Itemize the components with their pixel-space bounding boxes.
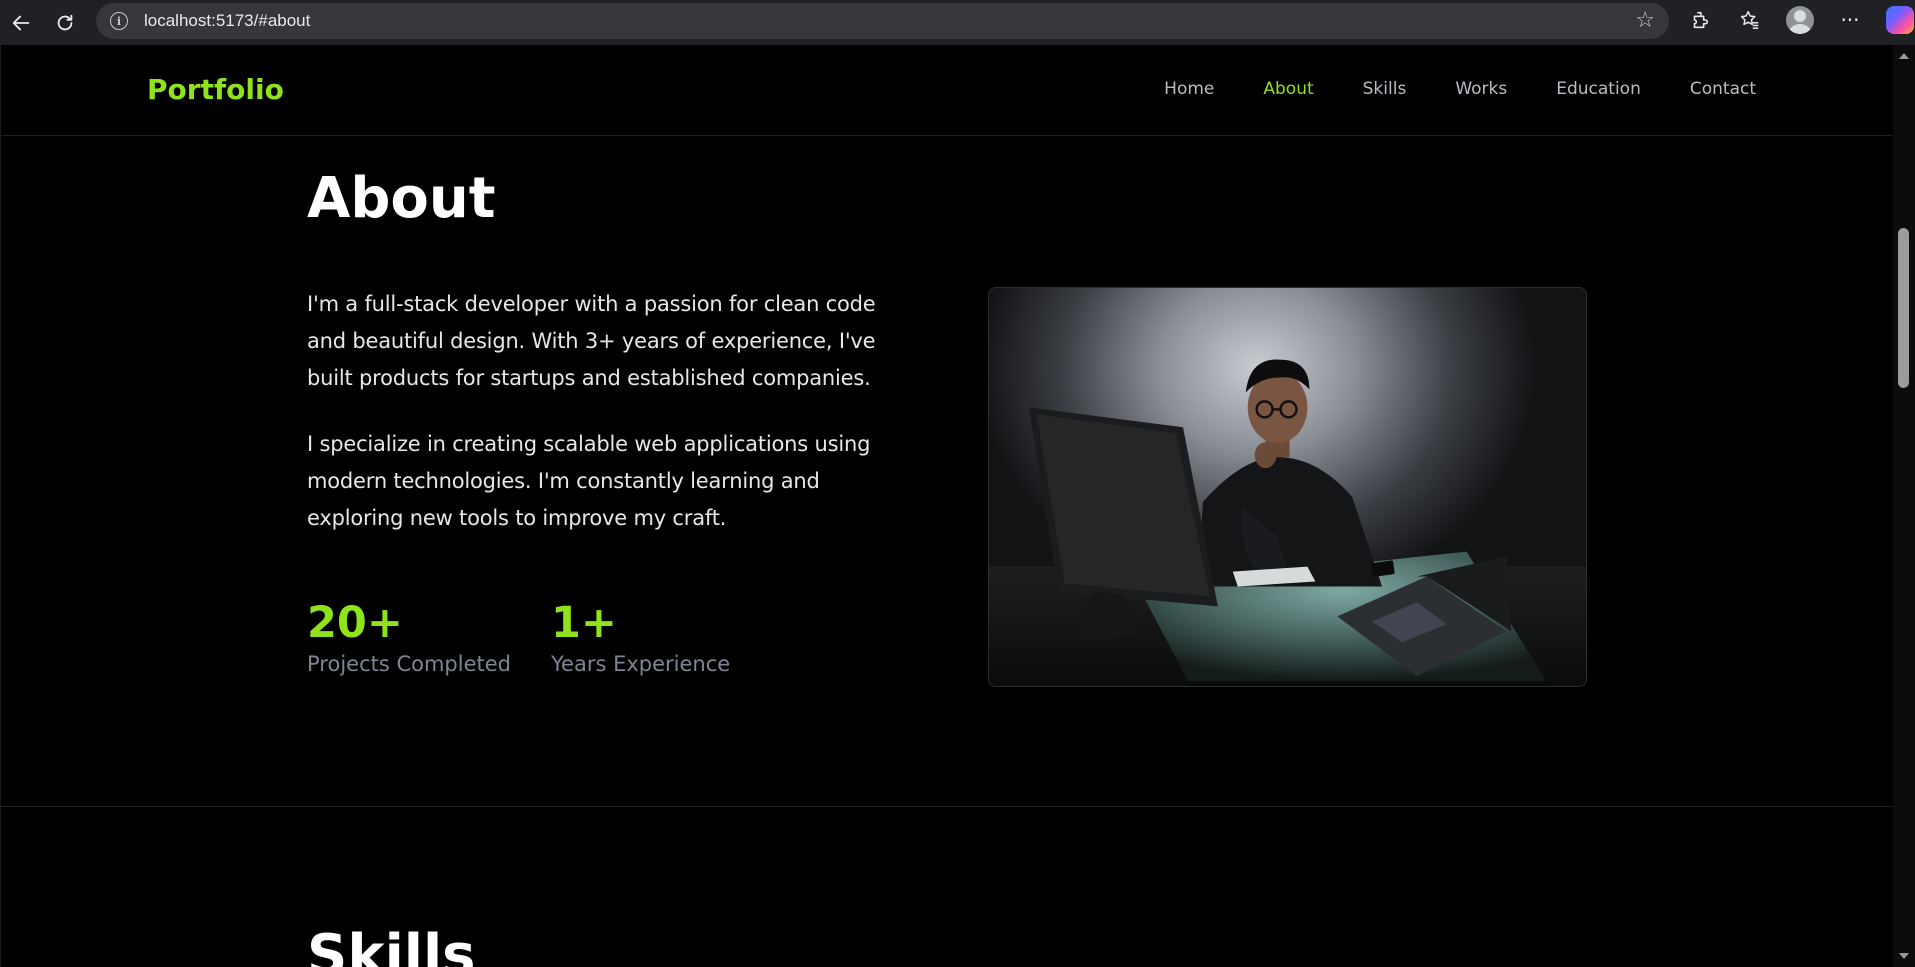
reload-icon[interactable] [50,8,80,38]
nav-contact[interactable]: Contact [1690,79,1756,99]
nav-works[interactable]: Works [1455,79,1507,99]
about-description: I'm a full-stack developer with a passio… [307,286,907,566]
browser-toolbar: i localhost:5173/#about ☆ ··· [0,0,1915,45]
about-stats: 20+ Projects Completed 1+ Years Experien… [307,598,770,678]
site-info-icon[interactable]: i [110,12,128,30]
nav-home[interactable]: Home [1164,79,1214,99]
browser-actions: ··· [1682,0,1915,40]
address-bar[interactable]: i localhost:5173/#about ☆ [96,3,1669,39]
site-header: Portfolio Home About Skills Works Educat… [1,45,1894,136]
more-options-icon[interactable]: ··· [1832,2,1868,38]
developer-photo [988,287,1587,687]
nav-about[interactable]: About [1263,79,1313,99]
favorite-star-icon[interactable]: ☆ [1635,10,1655,32]
back-arrow-icon[interactable] [6,8,36,38]
nav-education[interactable]: Education [1556,79,1641,99]
page-scrollbar[interactable] [1893,45,1915,967]
developer-at-desk-illustration [989,359,1586,686]
site-logo[interactable]: Portfolio [147,73,284,106]
stat-value: 20+ [307,598,403,648]
url-text[interactable]: localhost:5173/#about [144,11,310,31]
skills-section-title: Skills [307,923,476,967]
stat-label: Projects Completed [307,652,512,676]
page-viewport: Portfolio Home About Skills Works Educat… [0,45,1894,967]
main-nav: Home About Skills Works Education Contac… [1115,79,1756,99]
scroll-down-arrow-icon[interactable] [1899,953,1909,959]
copilot-button[interactable] [1882,2,1915,38]
favorites-icon[interactable] [1732,2,1768,38]
avatar [1786,6,1814,34]
copilot-icon [1886,6,1914,34]
profile-button[interactable] [1782,2,1818,38]
section-divider [1,806,1894,807]
nav-skills[interactable]: Skills [1363,79,1407,99]
scrollbar-thumb[interactable] [1898,228,1909,388]
stat-label: Years Experience [551,652,731,676]
about-paragraph: I'm a full-stack developer with a passio… [307,292,876,390]
about-paragraph: I specialize in creating scalable web ap… [307,432,871,530]
scroll-up-arrow-icon[interactable] [1899,53,1909,59]
stat-value: 1+ [551,598,617,648]
stat-projects: 20+ Projects Completed [307,598,511,678]
stat-experience: 1+ Years Experience [551,598,730,678]
extensions-icon[interactable] [1682,2,1718,38]
about-section-title: About [307,166,496,231]
